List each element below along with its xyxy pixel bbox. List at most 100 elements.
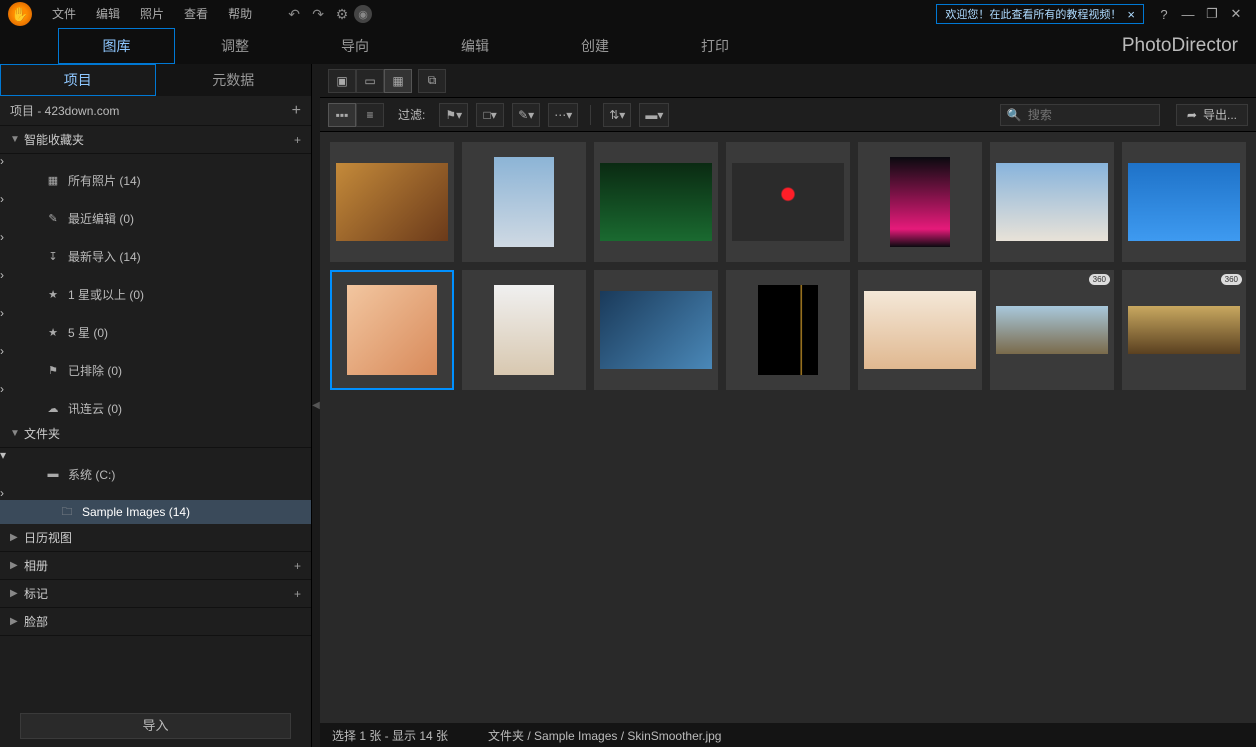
thumbnail-grid: 360 360 [330,142,1246,390]
thumbnail-image [347,285,437,375]
thumbnail[interactable] [1122,142,1246,262]
add-project-icon[interactable]: + [292,102,301,120]
star-icon: ★ [46,326,60,339]
sidebar-item-cloud[interactable]: ☁讯连云 (0) [0,396,311,420]
main-tabbar: 图库 调整 导向 编辑 创建 打印 PhotoDirector [0,28,1256,64]
thumbnail[interactable] [726,270,850,390]
minimize-icon[interactable]: — [1176,7,1200,22]
flag-icon: ⚑ [46,364,60,377]
menu-edit[interactable]: 编辑 [86,0,130,28]
section-albums[interactable]: ▶ 相册 + [0,552,311,580]
chevron-right-icon: › [0,230,4,244]
side-tab-project[interactable]: 项目 [0,64,156,96]
thumbnail-image [864,291,976,369]
welcome-close-icon[interactable]: × [1127,7,1135,22]
chevron-down-icon: ▼ [10,134,24,145]
thumbnail[interactable] [990,142,1114,262]
chevron-down-icon: ▾ [0,448,6,462]
menu-file[interactable]: 文件 [42,0,86,28]
tab-edit[interactable]: 编辑 [415,29,535,63]
sort-icon[interactable]: ⇅▾ [603,103,631,127]
sidebar-item-recent[interactable]: ✎最近编辑 (0) [0,206,311,230]
sidebar-item-star5[interactable]: ★5 星 (0) [0,320,311,344]
add-tag-icon[interactable]: + [294,587,301,601]
filter-more-icon[interactable]: ⋯▾ [548,103,578,127]
view-single-icon[interactable]: ▣ [328,69,356,93]
thumbnail[interactable] [462,270,586,390]
stack-icon[interactable]: ▬▾ [639,103,669,127]
search-box[interactable]: 🔍 × [1000,104,1160,126]
menu-view[interactable]: 查看 [174,0,218,28]
thumbnail[interactable] [594,142,718,262]
thumbnail[interactable] [858,270,982,390]
chevron-right-icon: › [0,192,4,206]
tab-adjust[interactable]: 调整 [175,29,295,63]
sidebar: 项目 元数据 项目 - 423down.com + ▼ 智能收藏夹 + › ▦所… [0,64,312,747]
sidebar-item-rejected[interactable]: ⚑已排除 (0) [0,358,311,382]
brand-label: PhotoDirector [1122,35,1238,57]
tab-create[interactable]: 创建 [535,29,655,63]
section-tags[interactable]: ▶ 标记 + [0,580,311,608]
help-icon[interactable]: ? [1152,7,1176,22]
filter-label-icon[interactable]: □▾ [476,103,504,127]
thumbnail[interactable]: 360 [1122,270,1246,390]
thumbnail[interactable] [726,142,850,262]
redo-icon[interactable]: ↷ [306,2,330,26]
tab-guided[interactable]: 导向 [295,29,415,63]
chevron-right-icon: › [0,344,4,358]
thumbnail-image [996,306,1108,354]
sidebar-item-latest[interactable]: ↧最新导入 (14) [0,244,311,268]
section-faces[interactable]: ▶ 脸部 [0,608,311,636]
welcome-text: 欢迎您！在此查看所有的教程视频！ [945,6,1121,22]
chevron-right-icon: ▶ [10,616,24,627]
badge-360: 360 [1221,274,1242,285]
section-calendar[interactable]: ▶ 日历视图 [0,524,311,552]
sidebar-item-sample-images[interactable]: 🗀Sample Images (14) [0,500,311,524]
filter-toolbar: ▪▪▪ ≡ 过滤: ⚑▾ □▾ ✎▾ ⋯▾ ⇅▾ ▬▾ 🔍 × ➦ 导出. [320,98,1256,132]
thumbnail-image [996,163,1108,241]
menu-help[interactable]: 帮助 [218,0,262,28]
thumbnail[interactable] [330,142,454,262]
sidebar-item-star1[interactable]: ★1 星或以上 (0) [0,282,311,306]
sidebar-collapse-handle[interactable]: ◀ [312,64,320,747]
section-smart[interactable]: ▼ 智能收藏夹 + [0,126,311,154]
thumbnail[interactable] [858,142,982,262]
thumbnail[interactable]: 360 [990,270,1114,390]
view-photo-icon[interactable]: ▭ [356,69,384,93]
thumbnail[interactable] [462,142,586,262]
thumbnail-image [494,157,554,247]
thumbsize-list-icon[interactable]: ≡ [356,103,384,127]
section-folders[interactable]: ▼ 文件夹 [0,420,311,448]
account-icon[interactable]: ◉ [354,5,372,23]
undo-icon[interactable]: ↶ [282,2,306,26]
import-icon: ↧ [46,250,60,263]
search-input[interactable] [1028,108,1183,122]
tab-print[interactable]: 打印 [655,29,775,63]
thumbsize-small-icon[interactable]: ▪▪▪ [328,103,356,127]
chevron-right-icon: › [0,486,4,500]
close-icon[interactable]: ✕ [1224,6,1248,22]
filter-flag-icon[interactable]: ⚑▾ [439,103,468,127]
chevron-right-icon: ▶ [10,560,24,571]
filter-brush-icon[interactable]: ✎▾ [512,103,540,127]
tab-library[interactable]: 图库 [58,28,175,64]
view-grid-icon[interactable]: ▦ [384,69,412,93]
badge-360: 360 [1089,274,1110,285]
thumbnail[interactable] [330,270,454,390]
add-smart-icon[interactable]: + [294,133,301,147]
thumbnail[interactable] [594,270,718,390]
add-album-icon[interactable]: + [294,559,301,573]
settings-icon[interactable]: ⚙ [330,2,354,26]
export-button[interactable]: ➦ 导出... [1176,104,1248,126]
maximize-icon[interactable]: ❐ [1200,6,1224,22]
welcome-banner[interactable]: 欢迎您！在此查看所有的教程视频！ × [936,4,1144,24]
chevron-right-icon: › [0,268,4,282]
import-button[interactable]: 导入 [20,713,291,739]
sidebar-item-all-photos[interactable]: ▦所有照片 (14) [0,168,311,192]
menu-photo[interactable]: 照片 [130,0,174,28]
status-path: 文件夹 / Sample Images / SkinSmoother.jpg [488,727,721,744]
chevron-right-icon: › [0,306,4,320]
view-compare-icon[interactable]: ⧉ [418,69,446,93]
side-tab-metadata[interactable]: 元数据 [156,64,312,96]
sidebar-item-system-drive[interactable]: ▬系统 (C:) [0,462,311,486]
